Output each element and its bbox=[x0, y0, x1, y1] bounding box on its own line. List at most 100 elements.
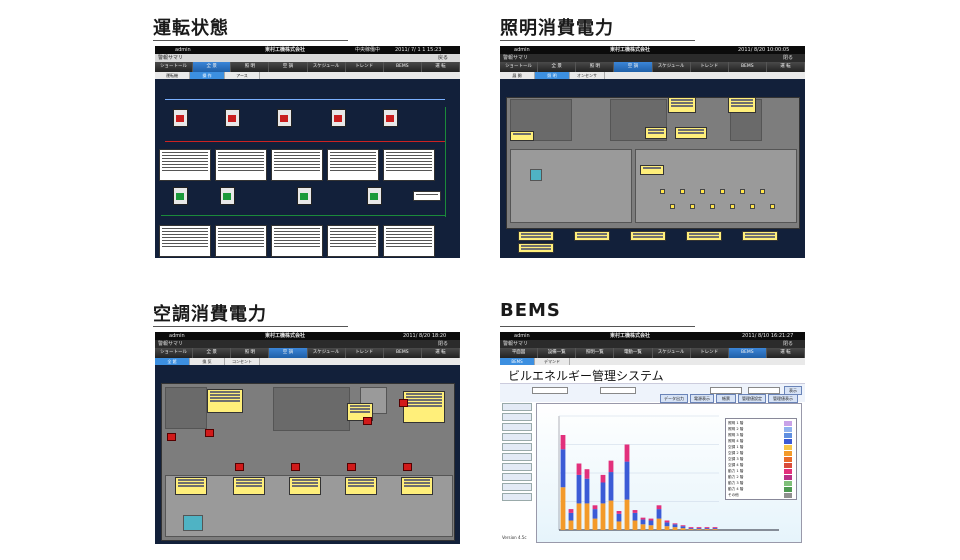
side-menu-item[interactable] bbox=[502, 413, 532, 421]
alarm-summary-button[interactable]: 警報サマリ bbox=[503, 340, 528, 348]
tab[interactable]: 照 明 bbox=[535, 72, 570, 79]
side-menu-item[interactable] bbox=[502, 463, 532, 471]
nav-item[interactable]: 全 景 bbox=[193, 348, 232, 358]
nav-item[interactable]: スケジュール bbox=[652, 62, 691, 72]
light-fixture[interactable] bbox=[710, 204, 715, 209]
side-menu-item[interactable] bbox=[502, 473, 532, 481]
nav-item[interactable]: 空 調 bbox=[269, 348, 308, 358]
close-button[interactable]: 閉る bbox=[783, 340, 793, 348]
nav-item[interactable]: トレンド bbox=[690, 348, 729, 358]
nav-item[interactable]: BEMS bbox=[728, 62, 767, 72]
light-fixture[interactable] bbox=[660, 189, 665, 194]
side-menu-item[interactable] bbox=[502, 453, 532, 461]
side-menu-item[interactable] bbox=[502, 443, 532, 451]
ahu-unit[interactable] bbox=[383, 109, 398, 127]
ac-unit[interactable] bbox=[363, 417, 372, 425]
nav-item[interactable]: 照 明 bbox=[576, 62, 615, 72]
nav-item[interactable]: トレンド bbox=[345, 62, 384, 72]
nav-item[interactable]: 運 転 bbox=[766, 348, 805, 358]
ac-unit[interactable] bbox=[167, 433, 176, 441]
nav-item[interactable]: ショートール bbox=[500, 62, 539, 72]
nav-item[interactable]: BEMS bbox=[728, 348, 767, 358]
tab[interactable]: 全 館 bbox=[155, 358, 190, 365]
tab[interactable]: オンセンサ bbox=[570, 72, 605, 79]
nav-item[interactable]: 運 転 bbox=[766, 62, 805, 72]
close-button[interactable]: 閉る bbox=[783, 54, 793, 62]
nav-item[interactable]: スケジュール bbox=[307, 62, 346, 72]
side-menu-item[interactable] bbox=[502, 433, 532, 441]
back-button[interactable]: 戻る bbox=[438, 54, 448, 62]
nav-item[interactable]: 空 調 bbox=[614, 62, 653, 72]
nav-item[interactable]: 運 転 bbox=[421, 62, 460, 72]
tab[interactable]: アース bbox=[225, 72, 260, 79]
date-from[interactable] bbox=[710, 387, 742, 394]
light-fixture[interactable] bbox=[690, 204, 695, 209]
ac-unit[interactable] bbox=[235, 463, 244, 471]
power-button[interactable]: 電源表示 bbox=[690, 394, 714, 403]
ahu-unit[interactable] bbox=[225, 109, 240, 127]
close-button[interactable]: 閉る bbox=[438, 340, 448, 348]
ahu-unit[interactable] bbox=[173, 109, 188, 127]
nav-item[interactable]: 照 明 bbox=[231, 62, 270, 72]
alarm-summary-button[interactable]: 警報サマリ bbox=[503, 54, 528, 62]
nav-item[interactable]: BEMS bbox=[383, 348, 422, 358]
tab[interactable]: BEMS bbox=[500, 358, 535, 365]
nav-item[interactable]: 電動一覧 bbox=[614, 348, 653, 358]
light-fixture[interactable] bbox=[700, 189, 705, 194]
category-select[interactable] bbox=[600, 387, 636, 394]
light-fixture[interactable] bbox=[750, 204, 755, 209]
light-fixture[interactable] bbox=[740, 189, 745, 194]
nav-item[interactable]: スケジュール bbox=[652, 348, 691, 358]
tab[interactable]: 換 気 bbox=[190, 358, 225, 365]
nav-item[interactable]: 照 明 bbox=[231, 348, 270, 358]
period-select[interactable] bbox=[532, 387, 568, 394]
tab[interactable]: デマンド bbox=[535, 358, 570, 365]
ac-unit[interactable] bbox=[205, 429, 214, 437]
date-to[interactable] bbox=[748, 387, 780, 394]
nav-item[interactable]: 空 調 bbox=[269, 62, 308, 72]
light-fixture[interactable] bbox=[670, 204, 675, 209]
nav-item[interactable]: ショートール bbox=[155, 348, 194, 358]
alarm-summary-button[interactable]: 警報サマリ bbox=[158, 340, 183, 348]
export-button[interactable]: データ出力 bbox=[660, 394, 688, 403]
nav-item[interactable]: 全 景 bbox=[538, 62, 577, 72]
nav-item[interactable]: 照明一覧 bbox=[576, 348, 615, 358]
nav-item[interactable]: 設備一覧 bbox=[538, 348, 577, 358]
nav-item[interactable]: 運 転 bbox=[421, 348, 460, 358]
ahu-unit[interactable] bbox=[173, 187, 188, 205]
light-fixture[interactable] bbox=[680, 189, 685, 194]
tab[interactable]: コンセント bbox=[225, 358, 260, 365]
light-fixture[interactable] bbox=[720, 189, 725, 194]
tab[interactable]: 操 作 bbox=[190, 72, 225, 79]
ahu-unit[interactable] bbox=[367, 187, 382, 205]
ahu-unit[interactable] bbox=[297, 187, 312, 205]
light-fixture[interactable] bbox=[730, 204, 735, 209]
nav-item[interactable]: トレンド bbox=[690, 62, 729, 72]
nav-item[interactable]: トレンド bbox=[345, 348, 384, 358]
nav-item[interactable]: BEMS bbox=[383, 62, 422, 72]
target-set-button[interactable]: 管理値設定 bbox=[738, 394, 766, 403]
side-menu-item[interactable] bbox=[502, 403, 532, 411]
tab[interactable]: 運転機 bbox=[155, 72, 190, 79]
ac-unit[interactable] bbox=[399, 399, 408, 407]
ac-unit[interactable] bbox=[403, 463, 412, 471]
target-show-button[interactable]: 管理値表示 bbox=[768, 394, 798, 403]
ac-unit[interactable] bbox=[291, 463, 300, 471]
nav-item[interactable]: ショートール bbox=[155, 62, 194, 72]
light-fixture[interactable] bbox=[770, 204, 775, 209]
side-menu-item[interactable] bbox=[502, 493, 532, 501]
nav-item[interactable]: 全 景 bbox=[193, 62, 232, 72]
report-button[interactable]: 帳票 bbox=[716, 394, 736, 403]
light-fixture[interactable] bbox=[760, 189, 765, 194]
control-button[interactable] bbox=[413, 191, 441, 201]
nav-item[interactable]: 平面図 bbox=[500, 348, 539, 358]
ahu-unit[interactable] bbox=[331, 109, 346, 127]
ac-unit[interactable] bbox=[347, 463, 356, 471]
tab[interactable]: 展 開 bbox=[500, 72, 535, 79]
alarm-summary-button[interactable]: 警報サマリ bbox=[158, 54, 183, 62]
side-menu-item[interactable] bbox=[502, 483, 532, 491]
ahu-unit[interactable] bbox=[220, 187, 235, 205]
nav-item[interactable]: スケジュール bbox=[307, 348, 346, 358]
ahu-unit[interactable] bbox=[277, 109, 292, 127]
side-menu-item[interactable] bbox=[502, 423, 532, 431]
